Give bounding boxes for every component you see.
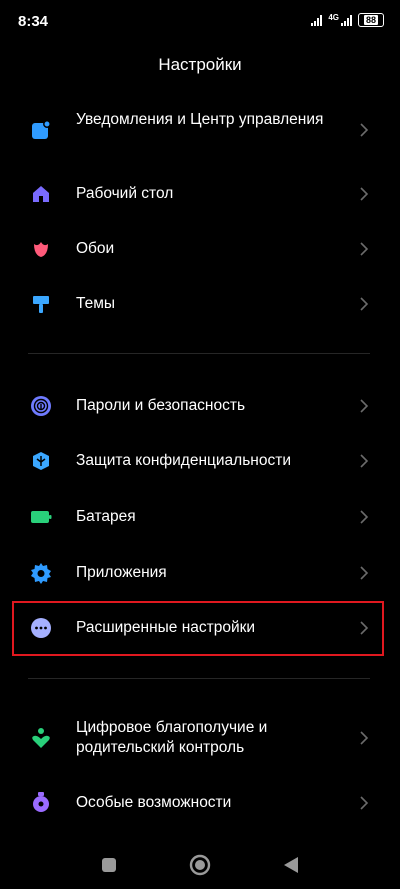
settings-item-home-screen[interactable]: Рабочий стол	[0, 182, 400, 206]
wallpaper-flower-icon	[30, 238, 52, 260]
settings-item-privacy[interactable]: Защита конфиденциальности	[0, 449, 400, 473]
battery-status-icon: 88	[358, 13, 384, 27]
system-navigation-bar	[0, 838, 400, 889]
status-time: 8:34	[18, 13, 49, 30]
signal-icon	[311, 14, 323, 26]
apps-gear-icon	[30, 562, 52, 584]
status-icons: 4G 88	[311, 13, 384, 27]
chevron-right-icon	[360, 731, 369, 745]
settings-item-accessibility[interactable]: Особые возможности	[0, 791, 400, 815]
page-title: Настройки	[158, 55, 242, 74]
status-bar: 8:34 4G 88	[0, 0, 400, 44]
settings-item-label: Пароли и безопасность	[76, 397, 246, 414]
highlight-box	[12, 601, 384, 656]
settings-item-passwords-security[interactable]: Пароли и безопасность	[0, 394, 400, 418]
settings-item-label: Уведомления и Центр управления	[76, 111, 324, 128]
battery-level: 88	[363, 15, 378, 25]
settings-item-apps[interactable]: Приложения	[0, 561, 400, 585]
chevron-right-icon	[360, 510, 369, 524]
chevron-right-icon	[360, 297, 369, 311]
fingerprint-icon	[30, 395, 52, 417]
settings-item-battery[interactable]: Батарея	[0, 505, 400, 529]
settings-item-label: Темы	[76, 295, 116, 312]
settings-item-label: Защита конфиденциальности	[76, 452, 291, 469]
chevron-right-icon	[360, 566, 369, 580]
chevron-right-icon	[360, 123, 369, 137]
network-type-label: 4G	[328, 12, 339, 22]
square-recents-icon[interactable]	[101, 857, 117, 873]
chevron-right-icon	[360, 187, 369, 201]
home-icon	[30, 183, 52, 205]
section-divider	[28, 353, 370, 354]
wellbeing-icon	[30, 727, 52, 749]
settings-item-themes[interactable]: Темы	[0, 292, 400, 316]
settings-item-label: Батарея	[76, 508, 136, 525]
notifications-icon	[30, 119, 52, 141]
triangle-back-icon[interactable]	[283, 856, 299, 874]
settings-item-notifications[interactable]: Уведомления и Центр управления	[0, 110, 400, 150]
battery-icon	[30, 506, 52, 528]
chevron-right-icon	[360, 796, 369, 810]
settings-item-wallpaper[interactable]: Обои	[0, 237, 400, 261]
settings-item-label: Цифровое благополучие и родительский кон…	[76, 719, 268, 756]
privacy-shield-icon	[30, 450, 52, 472]
chevron-right-icon	[360, 399, 369, 413]
settings-item-digital-wellbeing[interactable]: Цифровое благополучие и родительский кон…	[0, 718, 400, 758]
settings-item-label: Обои	[76, 240, 115, 257]
themes-brush-icon	[30, 293, 52, 315]
settings-item-label: Рабочий стол	[76, 185, 174, 202]
chevron-right-icon	[360, 454, 369, 468]
chevron-right-icon	[360, 242, 369, 256]
circle-home-icon[interactable]	[189, 854, 211, 876]
signal-icon-2	[341, 14, 352, 26]
settings-item-label: Приложения	[76, 564, 167, 581]
settings-item-label: Особые возможности	[76, 794, 232, 811]
accessibility-icon	[30, 791, 52, 813]
section-divider	[28, 678, 370, 679]
